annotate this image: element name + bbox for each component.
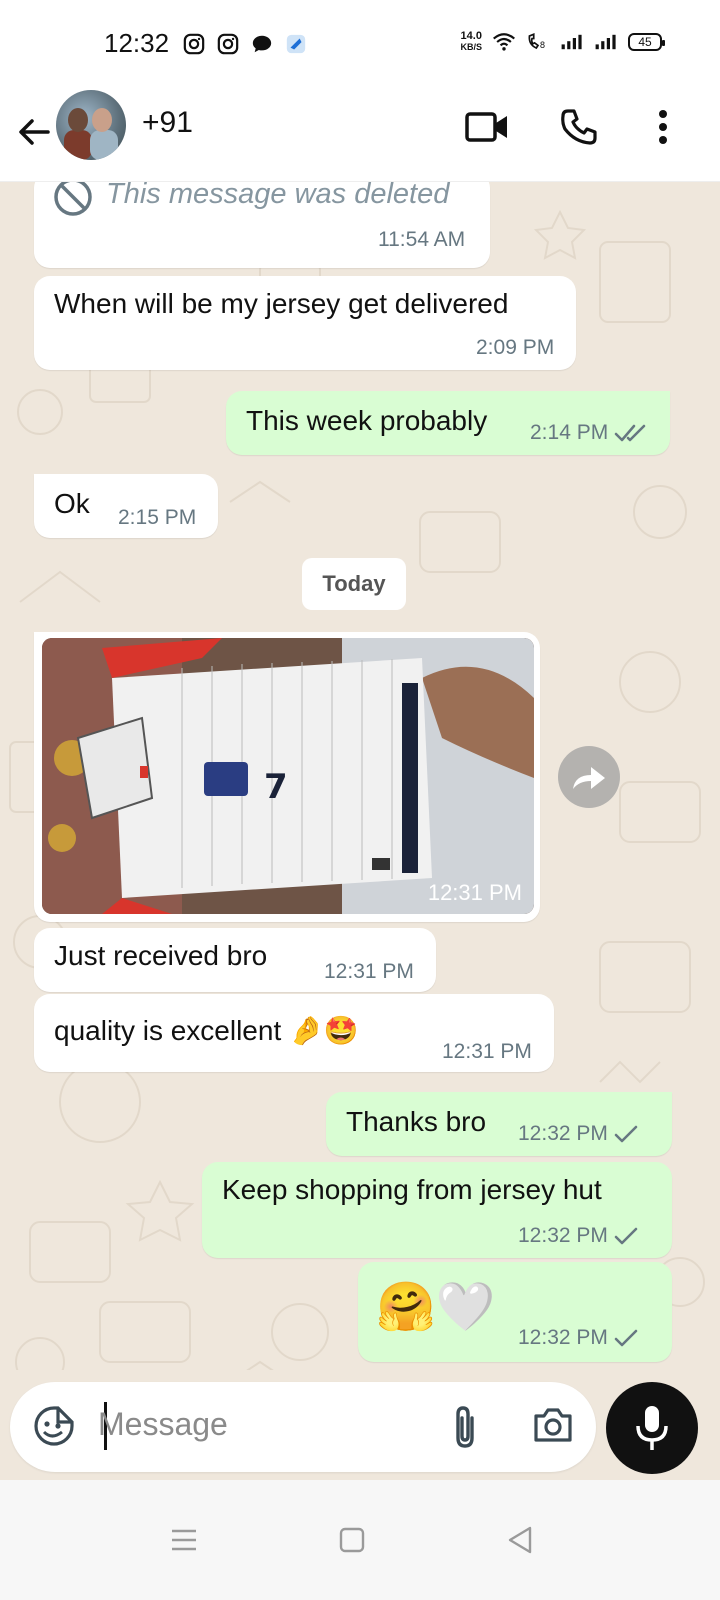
back-button[interactable] <box>14 112 54 152</box>
message-time: 2:09 PM <box>476 336 555 359</box>
single-tick-icon <box>614 1125 638 1143</box>
system-icons: 14.0 KB/S 8 45 <box>460 30 665 54</box>
message-time: 12:31 PM <box>324 960 414 983</box>
message-text: Thanks bro <box>346 1106 487 1137</box>
phone-call-icon <box>561 109 597 145</box>
instagram-icon <box>216 32 240 56</box>
back-nav-button[interactable] <box>490 1510 550 1570</box>
avatar[interactable] <box>56 90 126 160</box>
battery-level: 45 <box>638 35 652 49</box>
app-icon <box>284 32 308 56</box>
notification-icons <box>182 32 308 56</box>
message-meta: 12:32 PM <box>518 1122 638 1146</box>
message-time: 2:14 PM <box>530 421 609 444</box>
message-time: 12:32 PM <box>518 1224 608 1247</box>
signal-icon <box>594 30 618 54</box>
more-options-button[interactable] <box>640 104 686 150</box>
chat-header: +91 <box>0 90 720 182</box>
recents-button[interactable] <box>154 1510 214 1570</box>
message-text: This week probably <box>246 405 488 436</box>
message-text: 🤗🤍 <box>376 1281 496 1334</box>
attach-button[interactable] <box>450 1404 494 1452</box>
voice-call-button[interactable] <box>556 104 602 150</box>
svg-text:8: 8 <box>540 41 545 51</box>
date-separator: Today <box>302 558 406 610</box>
network-speed: 14.0 KB/S <box>460 31 482 53</box>
message-time: 2:15 PM <box>118 506 197 529</box>
menu-icon <box>172 1529 196 1551</box>
battery-icon: 45 <box>628 33 665 51</box>
message-outgoing[interactable]: 🤗🤍 12:32 PM <box>358 1262 672 1362</box>
message-time: 12:32 PM <box>518 1326 608 1349</box>
forward-button[interactable] <box>558 746 620 808</box>
emoji-sticker-icon <box>34 1406 74 1446</box>
single-tick-icon <box>614 1227 638 1245</box>
message-text: Ok <box>54 488 90 519</box>
photo-thumbnail[interactable]: 7 12:31 PM <box>42 638 534 914</box>
message-input[interactable]: Message <box>98 1406 228 1443</box>
message-time: 12:32 PM <box>518 1122 608 1145</box>
instagram-icon <box>182 32 206 56</box>
network-speed-unit: KB/S <box>460 42 482 52</box>
back-arrow-icon <box>19 119 50 145</box>
message-outgoing[interactable]: This week probably 2:14 PM <box>226 391 670 455</box>
message-outgoing[interactable]: Thanks bro 12:32 PM <box>326 1092 672 1156</box>
back-triangle-icon <box>508 1526 532 1554</box>
single-tick-icon <box>614 1329 638 1347</box>
message-time: 12:31 PM <box>442 1040 532 1063</box>
message-text: This message was deleted <box>106 182 450 210</box>
double-tick-icon <box>614 424 646 442</box>
message-meta: 2:14 PM <box>530 421 648 445</box>
emoji-button[interactable] <box>32 1404 76 1448</box>
message-outgoing[interactable]: Keep shopping from jersey hut 12:32 PM <box>202 1162 672 1258</box>
chat-area[interactable]: This message was deleted 11:54 AM When w… <box>0 182 720 1480</box>
video-call-icon <box>465 112 507 142</box>
chat-icon <box>250 32 274 56</box>
home-square-icon <box>339 1527 365 1553</box>
home-button[interactable] <box>322 1510 382 1570</box>
message-meta: 12:32 PM <box>518 1326 638 1350</box>
attach-icon <box>456 1406 474 1448</box>
jersey-photo: 7 <box>42 638 534 914</box>
status-time: 12:32 <box>104 28 170 58</box>
message-incoming[interactable]: Ok 2:15 PM <box>34 474 218 538</box>
volte-icon: 8 <box>526 30 550 54</box>
wifi-icon <box>492 30 516 54</box>
message-incoming[interactable]: quality is excellent 🤌🤩 12:31 PM <box>34 994 554 1072</box>
deleted-message-icon <box>54 182 92 216</box>
message-incoming[interactable]: Just received bro 12:31 PM <box>34 928 436 992</box>
message-text: Just received bro <box>54 940 268 971</box>
voice-record-button[interactable] <box>606 1382 698 1474</box>
message-incoming[interactable]: When will be my jersey get delivered 2:0… <box>34 276 576 370</box>
message-text: quality is excellent 🤌🤩 <box>54 1015 359 1046</box>
signal-icon <box>560 30 584 54</box>
camera-icon <box>534 1408 572 1442</box>
message-time: 12:31 PM <box>427 880 522 905</box>
contact-name[interactable]: +91 <box>142 106 193 140</box>
forward-icon <box>573 767 605 789</box>
message-deleted[interactable]: This message was deleted 11:54 AM <box>34 182 490 268</box>
message-text: When will be my jersey get delivered <box>54 288 509 319</box>
message-text: Keep shopping from jersey hut <box>222 1174 602 1205</box>
network-speed-value: 14.0 <box>460 30 482 42</box>
svg-text:7: 7 <box>264 767 288 807</box>
video-call-button[interactable] <box>464 104 510 150</box>
message-time: 11:54 AM <box>378 228 466 251</box>
camera-button[interactable] <box>532 1406 576 1450</box>
more-vert-icon <box>659 110 667 144</box>
system-navigation-bar <box>0 1480 720 1600</box>
message-meta: 12:32 PM <box>518 1224 638 1248</box>
message-composer[interactable]: Message <box>10 1382 596 1472</box>
mic-icon <box>636 1406 668 1450</box>
status-bar: 12:32 14.0 KB/S 8 45 <box>0 0 720 90</box>
